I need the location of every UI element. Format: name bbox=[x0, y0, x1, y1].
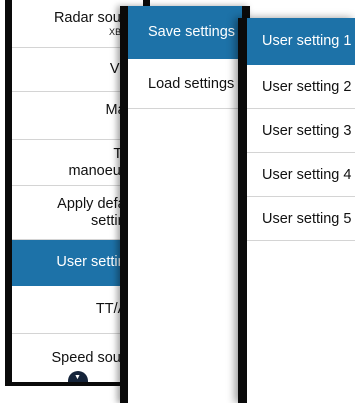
menu-item-save-settings[interactable]: Save settings bbox=[128, 6, 242, 59]
menu-item-label: User setting 2 bbox=[262, 78, 352, 95]
user-settings-menu: Save settings Load settings bbox=[120, 6, 250, 403]
chevron-down-icon: ▼ bbox=[74, 374, 81, 381]
menu-item-user-setting-1[interactable]: User setting 1 bbox=[247, 18, 355, 65]
menu-item-label: User setting 5 bbox=[262, 210, 352, 227]
menu-item-user-setting-2[interactable]: User setting 2 bbox=[247, 65, 355, 109]
menu-item-label: User setting 4 bbox=[262, 166, 352, 183]
menu-item-label: Load settings bbox=[148, 75, 235, 92]
menu-item-user-setting-3[interactable]: User setting 3 bbox=[247, 109, 355, 153]
menu-item-load-settings[interactable]: Load settings bbox=[128, 59, 242, 109]
save-slots-menu: User setting 1 User setting 2 User setti… bbox=[238, 18, 355, 403]
menu-item-user-setting-4[interactable]: User setting 4 bbox=[247, 153, 355, 197]
menu-item-user-setting-5[interactable]: User setting 5 bbox=[247, 197, 355, 241]
menu-item-label: Save settings bbox=[148, 24, 236, 40]
menu-item-label: User setting 1 bbox=[262, 33, 352, 49]
menu-item-label: User setting 3 bbox=[262, 122, 352, 139]
